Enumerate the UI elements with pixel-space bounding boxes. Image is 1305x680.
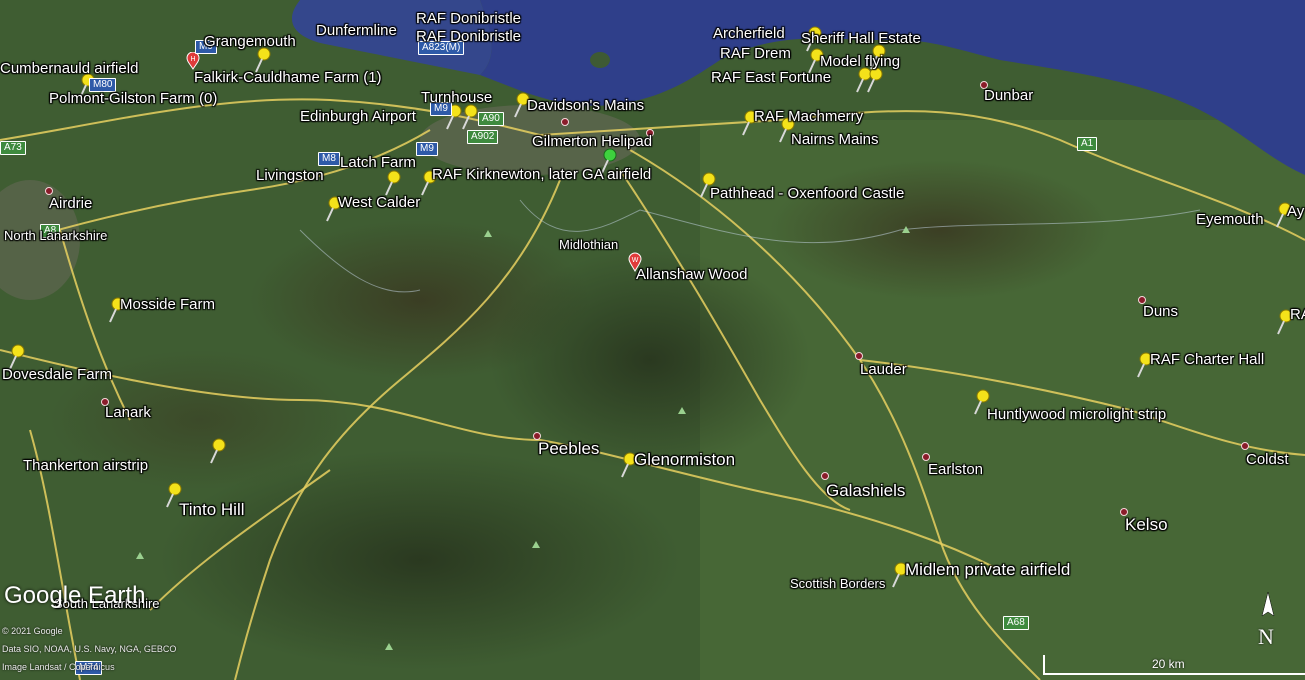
road-shield-a73: A73 <box>0 141 26 155</box>
peak-marker <box>532 541 540 548</box>
label-dunfermline: Dunfermline <box>316 22 397 39</box>
imagery-credit-text: Image Landsat / Copernicus <box>2 662 115 672</box>
map-view[interactable]: H W M80 M9 A823(M) M9 A90 A902 M8 M9 A1 … <box>0 0 1305 680</box>
label-north-lanarkshire: North Lanarkshire <box>4 228 108 243</box>
town-dot-airdrie <box>45 187 53 195</box>
svg-text:H: H <box>190 56 195 63</box>
label-pathhead-oxenfoord-castle: Pathhead - Oxenfoord Castle <box>710 185 905 202</box>
label-lauder: Lauder <box>860 361 907 378</box>
label-coldstream: Coldst <box>1246 451 1289 468</box>
north-label: N <box>1258 624 1274 649</box>
yellow-pushpin-icon[interactable] <box>382 170 402 196</box>
label-grangemouth: Grangemouth <box>204 33 296 50</box>
island-inchkeith <box>590 52 610 68</box>
town-dot-lauder <box>855 352 863 360</box>
label-midlem-private-airfield: Midlem private airfield <box>905 560 1071 579</box>
peak-marker <box>385 643 393 650</box>
label-raf-drem: RAF Drem <box>720 45 791 62</box>
label-turnhouse: Turnhouse <box>421 89 493 106</box>
data-credit-text: Data SIO, NOAA, U.S. Navy, NGA, GEBCO <box>2 644 177 654</box>
label-duns: Duns <box>1143 303 1179 320</box>
label-tinto-hill: Tinto Hill <box>179 500 245 519</box>
label-thankerton-airstrip: Thankerton airstrip <box>23 457 149 474</box>
label-davidsons-mains: Davidson's Mains <box>527 97 645 114</box>
peak-marker <box>678 407 686 414</box>
scale-label: 20 km <box>1152 657 1185 671</box>
label-latch-farm: Latch Farm <box>340 154 416 171</box>
label-allanshaw-wood: Allanshaw Wood <box>636 266 748 283</box>
peak-marker <box>136 552 144 559</box>
yellow-pushpin-icon[interactable] <box>207 438 227 464</box>
label-raf-charter-hall: RAF Charter Hall <box>1150 351 1265 368</box>
town-dot-earlston <box>922 453 930 461</box>
label-midlothian: Midlothian <box>559 237 619 252</box>
road-shield-m9: M9 <box>416 142 438 156</box>
label-scottish-borders: Scottish Borders <box>790 576 886 591</box>
label-ay: Ay <box>1287 203 1305 220</box>
label-kelso: Kelso <box>1125 515 1168 534</box>
label-dunbar: Dunbar <box>984 87 1034 104</box>
label-west-calder: West Calder <box>338 194 421 211</box>
road-shield-m8: M8 <box>318 152 340 166</box>
peak-marker <box>902 226 910 233</box>
town-dot-davidsons-mains <box>561 118 569 126</box>
red-placemark-icon[interactable]: H <box>186 52 200 70</box>
label-raf-donibristle: RAF Donibristle <box>416 10 522 27</box>
label-archerfield: Archerfield <box>713 25 785 42</box>
label-raf-machmerry: RAF Machmerry <box>754 108 864 125</box>
label-raf-kirknewton: RAF Kirknewton, later GA airfield <box>432 166 652 183</box>
label-peebles: Peebles <box>538 439 600 458</box>
label-cumbernauld-airfield: Cumbernauld airfield <box>0 60 139 77</box>
label-raf-east-fortune: RAF East Fortune <box>711 69 832 86</box>
label-raf-donibristle: RAF Donibristle <box>416 28 522 45</box>
label-lanark: Lanark <box>105 404 151 421</box>
road-shield-a90: A90 <box>478 112 504 126</box>
label-nairns-mains: Nairns Mains <box>791 131 879 148</box>
label-mosside-farm: Mosside Farm <box>120 296 216 313</box>
label-livingston: Livingston <box>256 167 324 184</box>
label-galashiels: Galashiels <box>826 481 906 500</box>
road-shield-a68: A68 <box>1003 616 1029 630</box>
label-airdrie: Airdrie <box>49 195 93 212</box>
label-sheriff-hall-estate: Sheriff Hall Estate <box>801 30 921 47</box>
label-model-flying: Model flying <box>820 53 901 70</box>
peak-marker <box>484 230 492 237</box>
label-falkirk-cauldhame-farm: Falkirk-Cauldhame Farm (1) <box>194 69 382 86</box>
yellow-pushpin-icon[interactable] <box>459 104 479 130</box>
label-edinburgh-airport: Edinburgh Airport <box>300 108 416 125</box>
town-dot-coldstream <box>1241 442 1249 450</box>
label-eyemouth: Eyemouth <box>1196 211 1264 228</box>
label-glenormiston: Glenormiston <box>634 450 736 469</box>
google-earth-logo: Google Earth <box>4 582 146 609</box>
label-ra: RA <box>1290 306 1305 323</box>
road-shield-a1: A1 <box>1077 137 1098 151</box>
label-dovesdale-farm: Dovesdale Farm <box>2 366 113 383</box>
town-dot-galashiels <box>821 472 829 480</box>
label-earlston: Earlston <box>928 461 984 478</box>
label-huntlywood-microlight-strip: Huntlywood microlight strip <box>987 406 1167 423</box>
yellow-pushpin-icon[interactable] <box>864 67 884 93</box>
svg-text:W: W <box>632 257 639 264</box>
label-gilmerton-helipad: Gilmerton Helipad <box>532 133 653 150</box>
road-shield-a902: A902 <box>467 130 499 144</box>
label-polmont-gilston-farm: Polmont-Gilston Farm (0) <box>49 90 218 107</box>
copyright-text: © 2021 Google <box>2 626 63 636</box>
hills-lammermuir <box>770 160 1110 300</box>
